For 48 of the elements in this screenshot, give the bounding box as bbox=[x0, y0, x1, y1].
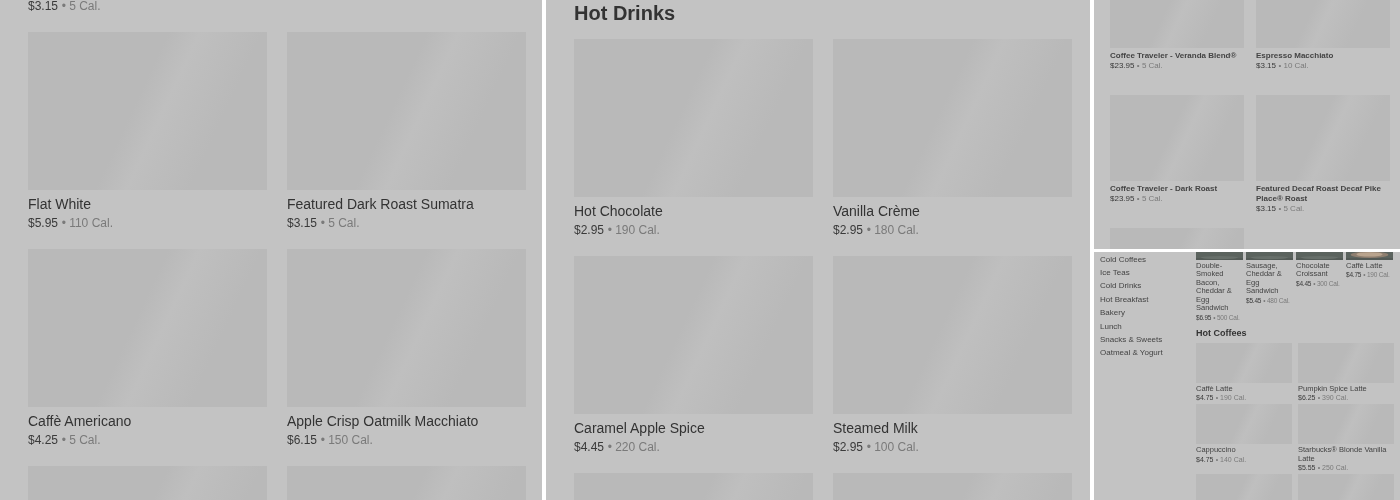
item-name[interactable]: Apple Crisp Oatmilk Macchiato bbox=[287, 411, 526, 431]
category-link[interactable]: Snacks & Sweets bbox=[1100, 334, 1188, 346]
item-name[interactable]: Hot Chocolate bbox=[574, 201, 813, 221]
calories: • 220 Cal. bbox=[607, 439, 660, 456]
price: $2.95 bbox=[574, 222, 605, 239]
price: $23.95 bbox=[1110, 61, 1135, 71]
item-name[interactable]: Caramel Apple Spice bbox=[574, 418, 813, 438]
calories: • 5 Cal. bbox=[1278, 204, 1305, 214]
calories: • 10 Cal. bbox=[1278, 61, 1309, 71]
price: $3.15 bbox=[1256, 204, 1277, 214]
category-link[interactable]: Hot Breakfast bbox=[1100, 294, 1188, 306]
item-name[interactable]: Featured Decaf Roast Decaf Pike Place® Roast bbox=[1256, 184, 1390, 204]
price: $3.15 bbox=[287, 215, 318, 232]
section-heading: Hot Coffees bbox=[1196, 327, 1248, 339]
item-name[interactable]: Vanilla Crème bbox=[833, 201, 1072, 221]
category-link[interactable]: Cold Drinks bbox=[1100, 281, 1188, 292]
price: $2.95 bbox=[833, 439, 864, 456]
calories: • 110 Cal. bbox=[61, 215, 113, 232]
item-name[interactable]: Flat White bbox=[28, 194, 267, 214]
category-link[interactable]: Lunch bbox=[1100, 321, 1188, 332]
section-heading: Hot Drinks bbox=[574, 1, 677, 26]
price: $6.15 bbox=[287, 432, 318, 449]
category-link[interactable]: Oatmeal & Yogurt bbox=[1100, 348, 1188, 359]
price: $4.45 bbox=[574, 439, 605, 456]
price: $2.95 bbox=[833, 222, 864, 239]
item-name[interactable]: Featured Dark Roast Sumatra bbox=[287, 194, 526, 214]
calories: • 150 Cal. bbox=[320, 432, 373, 449]
calories: • 5 Cal. bbox=[1136, 61, 1163, 71]
calories: • 100 Cal. bbox=[866, 439, 919, 456]
calories: • 5 Cal. bbox=[1136, 194, 1163, 204]
category-link[interactable]: Cold Coffees bbox=[1100, 254, 1188, 265]
item-name[interactable]: Coffee Traveler - Dark Roast bbox=[1110, 184, 1244, 194]
price: $4.25 bbox=[28, 432, 59, 449]
calories: • 5 Cal. bbox=[61, 0, 101, 15]
category-link[interactable]: Bakery bbox=[1100, 308, 1188, 319]
calories: • 180 Cal. bbox=[866, 222, 919, 239]
calories: • 5 Cal. bbox=[61, 432, 101, 449]
price: $23.95 bbox=[1110, 194, 1135, 204]
item-name[interactable]: Espresso Macchiato bbox=[1256, 51, 1390, 61]
item-name[interactable]: Caffè Americano bbox=[28, 411, 267, 431]
item-name[interactable]: Coffee Traveler - Veranda Blend® bbox=[1110, 51, 1244, 61]
price: $3.15 bbox=[28, 0, 59, 15]
price: $3.15 bbox=[1256, 61, 1277, 71]
price: $5.95 bbox=[28, 215, 59, 232]
category-link[interactable]: Ice Teas bbox=[1100, 267, 1188, 279]
calories: • 190 Cal. bbox=[607, 222, 660, 239]
item-name[interactable]: Steamed Milk bbox=[833, 418, 1072, 438]
calories: • 5 Cal. bbox=[320, 215, 360, 232]
